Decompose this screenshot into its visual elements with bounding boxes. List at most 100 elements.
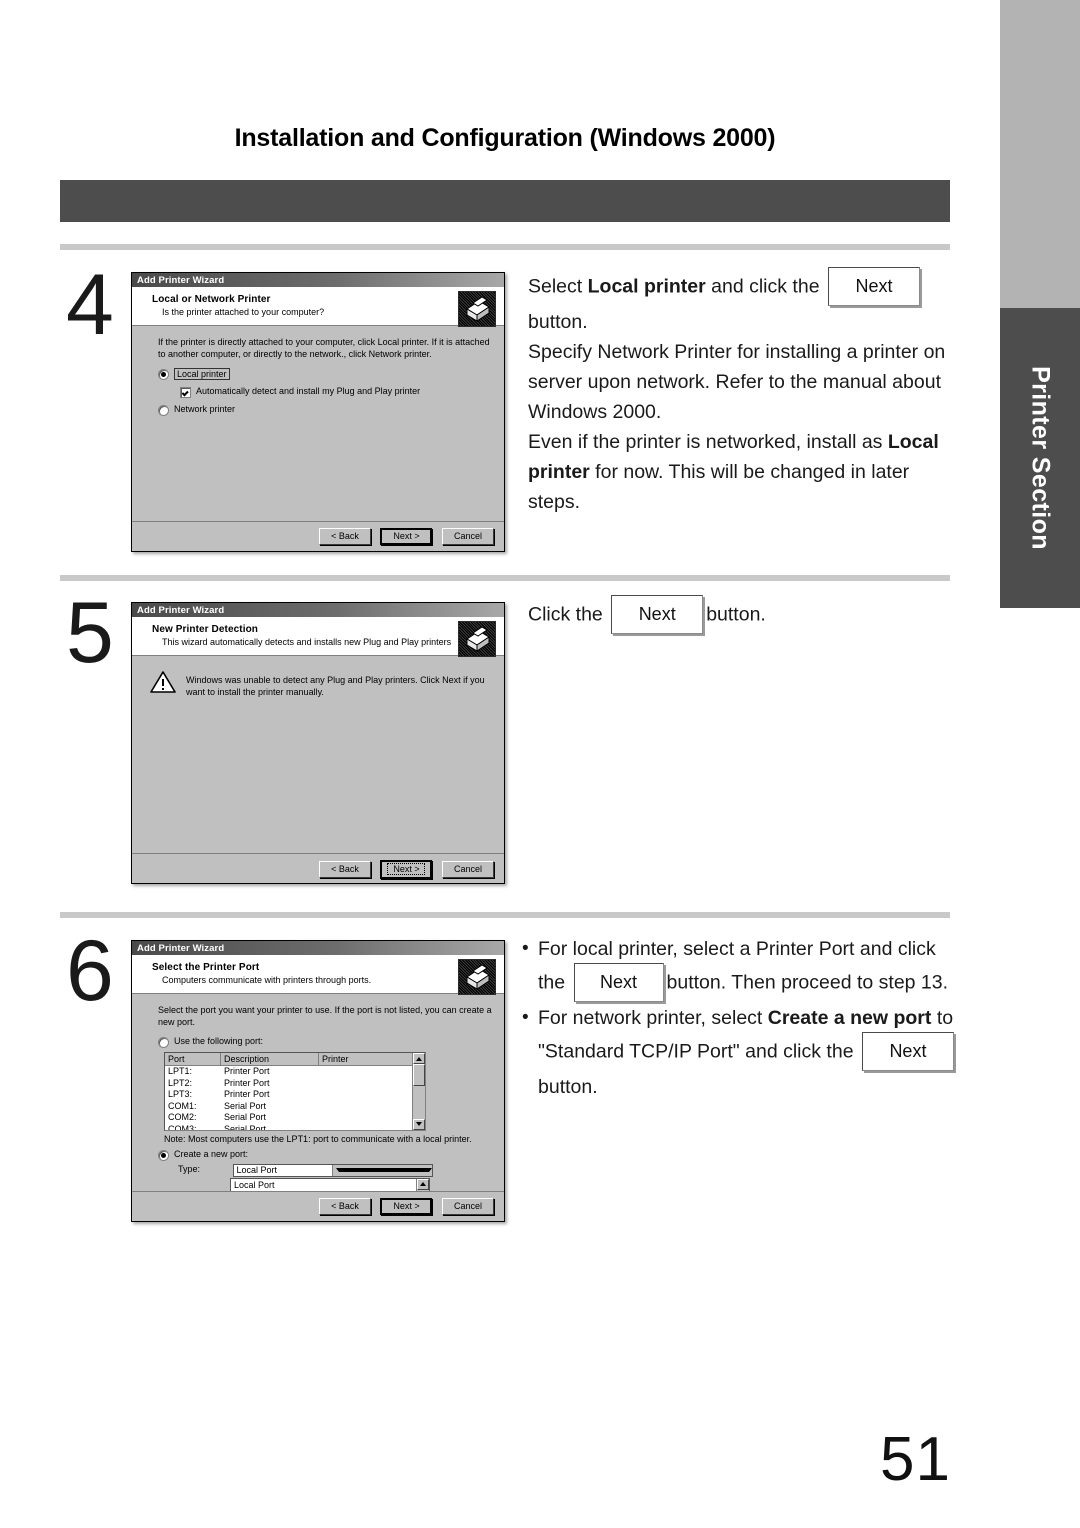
- radio-use-following-port-label: Use the following port:: [174, 1036, 264, 1046]
- dialog-body-text: If the printer is directly attached to y…: [158, 337, 490, 359]
- instruction-text: button.: [538, 1076, 598, 1098]
- radio-indicator[interactable]: [158, 405, 169, 416]
- bullet-icon: •: [522, 938, 529, 959]
- table-row[interactable]: COM2: Serial Port: [165, 1112, 425, 1124]
- cancel-button[interactable]: Cancel: [442, 528, 494, 545]
- cell-port: COM2:: [168, 1112, 197, 1122]
- next-button[interactable]: Next >: [380, 860, 433, 879]
- cell-port: COM3:: [168, 1123, 197, 1130]
- printer-icon: [458, 291, 496, 327]
- instruction-bold: Local printer: [587, 275, 706, 298]
- table-row[interactable]: COM1: Serial Port: [165, 1101, 425, 1113]
- table-row[interactable]: COM3: Serial Port: [165, 1124, 425, 1130]
- step-6-instructions: • For local printer, select a Printer Po…: [522, 934, 957, 1102]
- radio-local-printer-label: Local printer: [174, 368, 230, 380]
- dialog-select-printer-port[interactable]: Add Printer Wizard Select the Printer Po…: [131, 940, 505, 1222]
- dialog-header-subtitle: This wizard automatically detects and in…: [162, 637, 452, 647]
- arrow-down-icon: [416, 1122, 422, 1126]
- dialog-body: If the printer is directly attached to y…: [132, 326, 504, 422]
- dialog-header-subtitle: Computers communicate with printers thro…: [162, 975, 372, 985]
- dialog-footer: < Back Next > Cancel: [132, 853, 504, 883]
- back-button[interactable]: < Back: [318, 861, 371, 878]
- type-row: Type: Local Port Local Port Standard TCP…: [144, 1163, 492, 1216]
- checkbox-auto-detect-label: Automatically detect and install my Plug…: [196, 386, 421, 396]
- instruction-paragraph-2: Specify Network Printer for installing a…: [528, 341, 946, 423]
- inline-next-button[interactable]: Next: [861, 1032, 954, 1071]
- right-margin-strip: [1000, 0, 1080, 308]
- bullet-1-text: For local printer, select a Printer Port…: [538, 934, 957, 1003]
- cell-description: Printer Port: [224, 1077, 270, 1088]
- scrollbar-thumb[interactable]: [413, 1064, 425, 1086]
- warning-row: Windows was unable to detect any Plug an…: [132, 656, 504, 698]
- inline-next-button[interactable]: Next: [827, 267, 920, 306]
- back-button[interactable]: < Back: [318, 1198, 371, 1215]
- dialog-body-text: Select the port you want your printer to…: [158, 1005, 492, 1027]
- dialog-new-printer-detection[interactable]: Add Printer Wizard New Printer Detection…: [131, 602, 505, 884]
- dialog-local-or-network-printer[interactable]: Add Printer Wizard Local or Network Prin…: [131, 272, 505, 552]
- checkbox-auto-detect[interactable]: Automatically detect and install my Plug…: [180, 386, 492, 398]
- radio-local-printer[interactable]: Local printer: [158, 368, 492, 380]
- inline-next-button[interactable]: Next: [611, 595, 704, 634]
- dialog-header-subtitle: Is the printer attached to your computer…: [162, 307, 325, 317]
- divider-step-6: [60, 912, 950, 918]
- table-row[interactable]: LPT2: Printer Port: [165, 1078, 425, 1090]
- instruction-text: Click the: [528, 603, 609, 626]
- cell-description: Printer Port: [224, 1066, 270, 1076]
- radio-use-following-port[interactable]: Use the following port:: [158, 1036, 492, 1048]
- dialog-header-title: New Printer Detection: [152, 624, 259, 635]
- next-button[interactable]: Next >: [380, 1198, 433, 1215]
- step-number-4: 4: [66, 257, 114, 353]
- instruction-bullet-2: • For network printer, select Create a n…: [522, 1003, 957, 1102]
- table-row[interactable]: LPT1: Printer Port: [165, 1066, 425, 1078]
- type-combobox[interactable]: Local Port: [232, 1163, 433, 1177]
- type-label: Type:: [178, 1164, 201, 1175]
- arrow-up-icon: [416, 1056, 422, 1061]
- chevron-down-icon[interactable]: [332, 1164, 432, 1176]
- dropdown-option-local-port[interactable]: Local Port: [231, 1179, 429, 1191]
- radio-indicator[interactable]: [158, 369, 169, 380]
- table-row[interactable]: LPT3: Printer Port: [165, 1089, 425, 1101]
- port-list-scrollbar[interactable]: [412, 1053, 425, 1130]
- next-button-label: Next >: [387, 863, 426, 875]
- next-button[interactable]: Next >: [380, 528, 433, 545]
- scroll-up-button[interactable]: [413, 1053, 425, 1064]
- header-band: [60, 180, 950, 222]
- dialog-header-title: Local or Network Printer: [152, 294, 271, 305]
- radio-indicator[interactable]: [158, 1037, 169, 1048]
- cancel-button[interactable]: Cancel: [442, 1198, 494, 1215]
- cell-printer: [319, 1124, 425, 1130]
- cell-printer: [319, 1101, 425, 1113]
- radio-indicator[interactable]: [158, 1149, 169, 1161]
- port-list[interactable]: Port Description Printer LPT1: Printer P…: [164, 1052, 426, 1131]
- instruction-bullet-1: • For local printer, select a Printer Po…: [522, 934, 957, 1003]
- radio-create-new-port[interactable]: Create a new port:: [158, 1149, 492, 1161]
- dialog-header: New Printer Detection This wizard automa…: [132, 617, 504, 657]
- arrow-down-icon: [336, 1168, 432, 1172]
- radio-network-printer-label: Network printer: [174, 404, 236, 414]
- inline-next-button[interactable]: Next: [573, 963, 664, 1002]
- step-5-instructions: Click the Next button.: [528, 595, 953, 635]
- arrow-up-icon: [420, 1182, 426, 1186]
- warning-triangle-icon: [150, 670, 176, 696]
- radio-network-printer[interactable]: Network printer: [158, 404, 492, 416]
- cancel-button[interactable]: Cancel: [442, 861, 494, 878]
- instruction-paragraph-3: Even if the printer is networked, instal…: [528, 427, 953, 517]
- cell-description: Serial Port: [224, 1100, 267, 1111]
- side-tab-label: Printer Section: [1026, 366, 1055, 550]
- scroll-down-button[interactable]: [413, 1118, 425, 1130]
- column-header-printer: Printer: [319, 1053, 425, 1065]
- cell-port: LPT1:: [168, 1066, 193, 1076]
- scroll-up-button[interactable]: [417, 1178, 429, 1190]
- cell-printer: [319, 1078, 425, 1090]
- instruction-text: Select: [528, 275, 588, 298]
- divider-step-5: [60, 575, 950, 581]
- dialog-titlebar: Add Printer Wizard: [132, 941, 504, 955]
- back-button[interactable]: < Back: [318, 528, 371, 545]
- instruction-text: button.: [706, 603, 766, 626]
- step-number-6: 6: [66, 923, 114, 1019]
- dialog-body: Select the port you want your printer to…: [132, 994, 504, 1216]
- dialog-footer: < Back Next > Cancel: [132, 1191, 504, 1221]
- dialog-header: Select the Printer Port Computers commun…: [132, 955, 504, 995]
- checkbox-indicator[interactable]: [180, 387, 191, 398]
- cell-printer: [319, 1089, 425, 1101]
